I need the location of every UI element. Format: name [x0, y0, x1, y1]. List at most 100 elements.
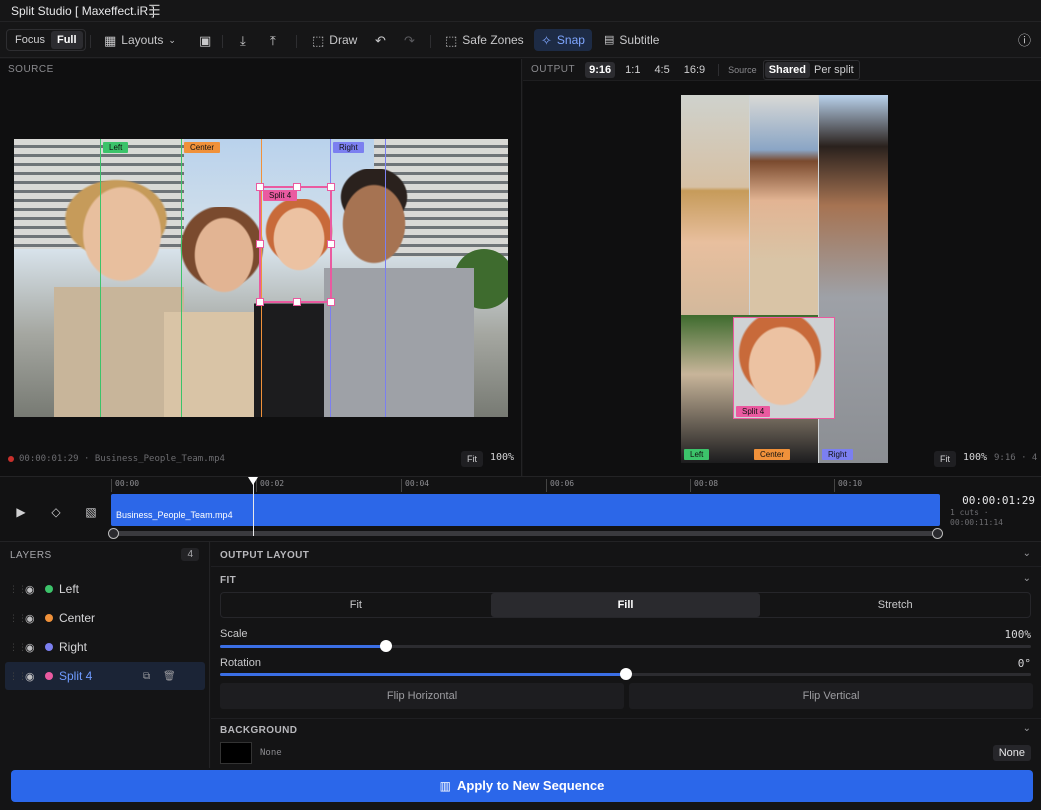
fit-mode-stretch[interactable]: Stretch	[760, 593, 1030, 617]
output-ratio-readout: 9:16 · 4	[994, 453, 1038, 463]
safe-zones-button[interactable]: ⬚ Safe Zones	[441, 29, 528, 51]
ratio-4-5[interactable]: 4:5	[650, 62, 673, 78]
playhead[interactable]	[253, 480, 254, 536]
output-zoom: 100%	[963, 452, 988, 463]
resize-handle[interactable]	[256, 298, 264, 306]
timeline-scrollbar[interactable]	[108, 528, 943, 539]
add-keyframe-button[interactable]: ◇	[45, 501, 67, 523]
layouts-dropdown[interactable]: ▦ Layouts ⌄	[100, 29, 180, 51]
eye-icon[interactable]: ◉	[25, 670, 35, 683]
fit-mode-fill[interactable]: Fill	[490, 593, 761, 617]
zone-right[interactable]: Right	[330, 139, 386, 417]
source-fit-button[interactable]: Fit	[461, 451, 483, 467]
chevron-down-icon[interactable]: ⌄	[1023, 548, 1031, 559]
output-center-tag: Center	[754, 449, 791, 460]
layer-color-dot	[45, 614, 53, 622]
layers-title: LAYERS	[10, 550, 52, 561]
rotation-label: Rotation	[220, 657, 261, 669]
layer-name: Split 4	[59, 669, 93, 683]
resize-handle[interactable]	[327, 298, 335, 306]
scroll-handle-end[interactable]	[932, 528, 943, 539]
per-split-button[interactable]: Per split	[810, 62, 858, 78]
trash-icon[interactable]: 🗑	[163, 671, 176, 682]
zone-center[interactable]: Center	[182, 139, 262, 417]
ratio-9-16[interactable]: 9:16	[585, 61, 616, 78]
shared-button[interactable]: Shared	[764, 61, 810, 78]
help-button[interactable]: ⓘ	[1014, 29, 1035, 51]
menu-icon[interactable]: ☰	[148, 2, 161, 19]
layer-item-split-4[interactable]: ⋮⋮ ◉ Split 4 ⧉ 🗑	[5, 662, 205, 690]
output-split-4[interactable]: Split 4	[733, 317, 835, 419]
split-4-box[interactable]: Split 4	[256, 183, 335, 306]
redo-button[interactable]: ↷	[400, 29, 419, 51]
flip-vertical-button[interactable]: Flip Vertical	[629, 683, 1033, 709]
snap-label: Snap	[556, 33, 585, 47]
background-heading: BACKGROUND	[220, 725, 298, 736]
background-color-swatch[interactable]	[220, 742, 252, 764]
output-fit-button[interactable]: Fit	[934, 451, 956, 467]
ruler-tick: 00:00	[111, 479, 139, 492]
ruler-tick: 00:04	[401, 479, 429, 492]
output-preview: Split 4 Left Center Right	[681, 95, 888, 463]
rotation-slider-knob[interactable]	[620, 668, 632, 680]
timeline-timecode: 00:00:01:29	[962, 494, 1035, 507]
layers-panel: LAYERS 4 ⋮⋮ ◉ Left ⋮⋮ ◉ Center ⋮⋮ ◉ Righ…	[0, 542, 210, 768]
focus-full-toggle[interactable]: Focus Full	[6, 29, 86, 51]
scale-slider-knob[interactable]	[380, 640, 392, 652]
eye-icon[interactable]: ◉	[25, 583, 35, 596]
apply-to-new-sequence-button[interactable]: ▥ Apply to New Sequence	[11, 770, 1033, 802]
eye-icon[interactable]: ◉	[25, 641, 35, 654]
timeline-ruler[interactable]: 00:00 00:02 00:04 00:06 00:08 00:10	[111, 477, 941, 493]
resize-handle[interactable]	[256, 183, 264, 191]
scroll-handle-start[interactable]	[108, 528, 119, 539]
section-divider	[211, 566, 1041, 567]
snap-button[interactable]: ✧ Snap	[534, 29, 592, 51]
full-button[interactable]: Full	[50, 31, 83, 49]
layer-item-left[interactable]: ⋮⋮ ◉ Left	[5, 576, 205, 602]
resize-handle[interactable]	[327, 240, 335, 248]
save-button[interactable]: ▣	[195, 29, 215, 51]
fit-mode-fit[interactable]: Fit	[221, 593, 491, 617]
split-studio-app: Split Studio [ Maxeffect.iR ] ☰ Focus Fu…	[0, 0, 1041, 810]
duplicate-icon[interactable]: ⧉	[143, 671, 150, 682]
focus-button[interactable]: Focus	[9, 31, 51, 49]
output-label: OUTPUT	[531, 64, 576, 75]
chevron-down-icon[interactable]: ⌄	[1023, 573, 1031, 584]
resize-handle[interactable]	[293, 183, 301, 191]
help-icon: ⓘ	[1018, 32, 1032, 48]
eye-icon[interactable]: ◉	[25, 612, 35, 625]
ratio-16-9[interactable]: 16:9	[680, 62, 709, 78]
video-clip[interactable]: Business_People_Team.mp4	[111, 494, 940, 526]
rotation-slider-fill	[220, 673, 626, 676]
layer-item-center[interactable]: ⋮⋮ ◉ Center	[5, 605, 205, 631]
resize-handle[interactable]	[293, 298, 301, 306]
draw-button[interactable]: ⬚ Draw	[308, 29, 361, 51]
layer-item-right[interactable]: ⋮⋮ ◉ Right	[5, 634, 205, 660]
ratio-1-1[interactable]: 1:1	[621, 62, 644, 78]
playhead-handle[interactable]	[248, 477, 258, 485]
scale-slider[interactable]	[220, 640, 1031, 652]
split-4-tag: Split 4	[263, 190, 298, 201]
background-none-button[interactable]: None	[992, 745, 1031, 761]
record-dot	[8, 456, 14, 462]
import-button[interactable]: ⤓	[236, 29, 250, 51]
flip-horizontal-button[interactable]: Flip Horizontal	[220, 683, 624, 709]
rotation-slider[interactable]	[220, 668, 1031, 680]
output-split-4-tag: Split 4	[736, 406, 771, 417]
zone-left[interactable]: Left	[100, 139, 182, 417]
toolbar: Focus Full ▦ Layouts ⌄ ▣ ⤓ ⤒ ⬚ Draw ↶ ↷ …	[0, 22, 1041, 58]
resize-handle[interactable]	[327, 183, 335, 191]
safe-zones-icon: ⬚	[445, 32, 458, 48]
export-button[interactable]: ⤒	[266, 29, 280, 51]
subtitle-button[interactable]: ▤ Subtitle	[600, 29, 663, 51]
source-zoom: 100%	[490, 452, 515, 463]
output-layout-heading: OUTPUT LAYOUT	[220, 550, 310, 561]
output-left-tag: Left	[684, 449, 710, 460]
chevron-down-icon[interactable]: ⌄	[1023, 723, 1031, 734]
scene-cut-button[interactable]: ▧	[80, 501, 102, 523]
undo-button[interactable]: ↶	[371, 29, 390, 51]
play-button[interactable]: ▶	[10, 501, 32, 523]
source-video-frame[interactable]: Left Center Right Split 4	[14, 139, 508, 417]
clapper-icon: ▧	[85, 505, 97, 519]
resize-handle[interactable]	[256, 240, 264, 248]
